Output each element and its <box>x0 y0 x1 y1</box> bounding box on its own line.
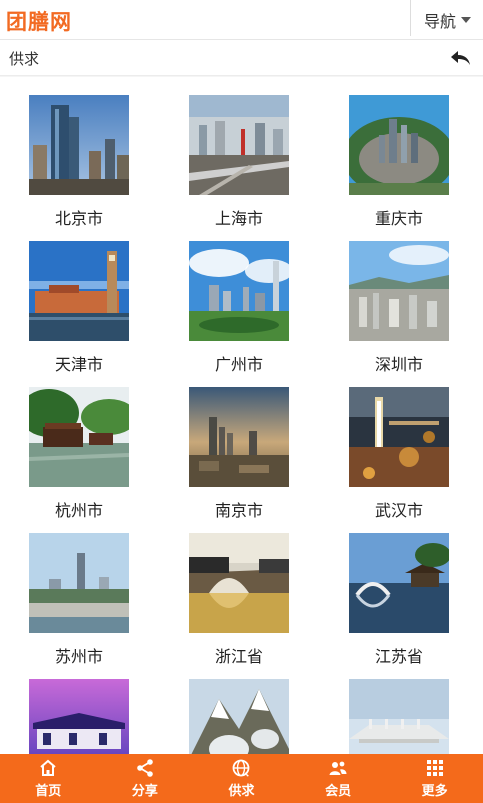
site-logo[interactable]: 团膳网 <box>6 6 72 36</box>
nav-more-label: 更多 <box>421 784 448 799</box>
purple-pavilion-photo <box>29 679 129 754</box>
top-header: 团膳网 导航 <box>0 0 483 40</box>
city-name: 苏州市 <box>54 647 103 666</box>
city-item-guangzhou[interactable]: 广州市 <box>189 241 289 387</box>
bottom-nav: 首页 分享 供求 会员 更多 <box>0 754 483 803</box>
city-name: 江苏省 <box>374 647 423 666</box>
suzhou-skyline-photo <box>29 533 129 633</box>
globe-icon <box>233 759 250 777</box>
nav-home-label: 首页 <box>35 784 62 799</box>
section-bar: 供求 <box>0 40 483 76</box>
city-item-wuhan[interactable]: 武汉市 <box>349 387 449 533</box>
city-name: 南京市 <box>214 501 263 520</box>
city-name: 天津市 <box>54 355 103 374</box>
header-divider <box>410 0 411 36</box>
wuhan-night-photo <box>349 387 449 487</box>
zhejiang-bridge-photo <box>189 533 289 633</box>
chevron-down-icon <box>461 17 472 23</box>
nanjing-sunset-photo <box>189 387 289 487</box>
nav-members[interactable]: 会员 <box>290 754 387 803</box>
hangzhou-boat-photo <box>29 387 129 487</box>
city-item-row5-3[interactable] <box>349 679 449 754</box>
city-name: 武汉市 <box>374 501 423 520</box>
nav-supply-demand[interactable]: 供求 <box>193 754 290 803</box>
city-name: 北京市 <box>54 209 103 228</box>
nav-share-label: 分享 <box>131 784 158 799</box>
shanghai-skyline-photo <box>189 95 289 195</box>
city-item-jiangsu[interactable]: 江苏省 <box>349 533 449 679</box>
city-item-hangzhou[interactable]: 杭州市 <box>29 387 129 533</box>
stone-terrace-photo <box>349 679 449 754</box>
city-item-shenzhen[interactable]: 深圳市 <box>349 241 449 387</box>
nav-share[interactable]: 分享 <box>97 754 194 803</box>
nav-supply-label: 供求 <box>228 784 255 799</box>
members-icon <box>329 761 347 775</box>
city-grid-area: 北京市 上海市 重庆市 天津市 广州市 深圳市 杭州市 南京市 武汉市 苏州市 … <box>0 77 483 754</box>
city-item-row5-2[interactable] <box>189 679 289 754</box>
shenzhen-aerial-photo <box>349 241 449 341</box>
nav-more[interactable]: 更多 <box>386 754 483 803</box>
city-item-shanghai[interactable]: 上海市 <box>189 95 289 241</box>
snowy-mountain-photo <box>189 679 289 754</box>
city-item-suzhou[interactable]: 苏州市 <box>29 533 129 679</box>
city-name: 浙江省 <box>214 647 263 666</box>
city-name: 杭州市 <box>54 501 103 520</box>
nav-menu-label: 导航 <box>424 12 457 31</box>
nav-home[interactable]: 首页 <box>0 754 97 803</box>
share-icon <box>137 759 153 777</box>
city-item-row5-1[interactable] <box>29 679 129 754</box>
city-item-tianjin[interactable]: 天津市 <box>29 241 129 387</box>
page-title: 供求 <box>9 50 40 68</box>
city-name: 重庆市 <box>374 209 423 228</box>
grid-more-icon <box>426 760 443 776</box>
nav-members-label: 会员 <box>325 784 352 799</box>
beijing-skyline-photo <box>29 95 129 195</box>
city-item-beijing[interactable]: 北京市 <box>29 95 129 241</box>
guangzhou-skyline-photo <box>189 241 289 341</box>
back-arrow-icon[interactable] <box>449 49 471 67</box>
city-item-chongqing[interactable]: 重庆市 <box>349 95 449 241</box>
city-name: 广州市 <box>214 355 263 374</box>
city-item-nanjing[interactable]: 南京市 <box>189 387 289 533</box>
city-item-zhejiang[interactable]: 浙江省 <box>189 533 289 679</box>
chongqing-aerial-photo <box>349 95 449 195</box>
city-name: 深圳市 <box>374 355 423 374</box>
nav-menu-button[interactable]: 导航 <box>424 8 472 32</box>
home-icon <box>40 759 56 776</box>
tianjin-riverside-photo <box>29 241 129 341</box>
city-name: 上海市 <box>214 209 263 228</box>
jiangsu-garden-photo <box>349 533 449 633</box>
